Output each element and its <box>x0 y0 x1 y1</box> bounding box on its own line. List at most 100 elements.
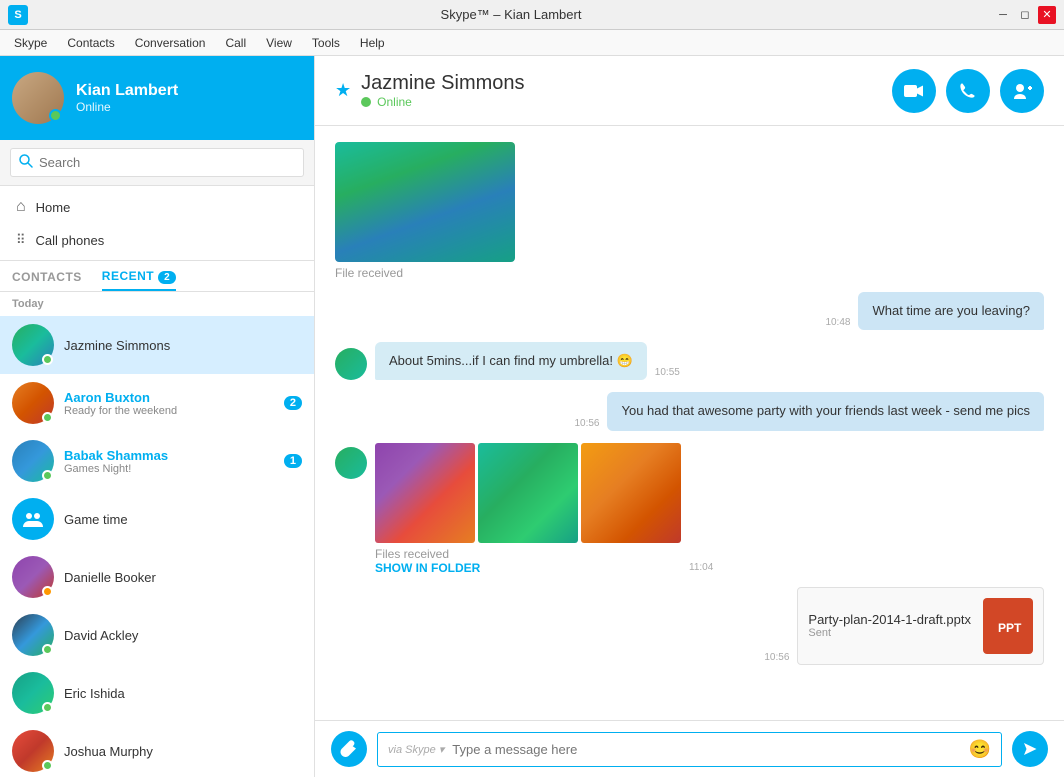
contact-item[interactable]: Game time <box>0 490 314 548</box>
photo-thumb <box>375 443 475 543</box>
menu-help[interactable]: Help <box>352 34 393 52</box>
via-skype-label: via Skype ▾ <box>388 743 444 756</box>
chat-status-text: Online <box>377 95 412 109</box>
file-received-area: File received <box>335 142 1044 280</box>
received-image <box>335 142 515 262</box>
message-input[interactable] <box>452 742 960 757</box>
chat-header-info: Jazmine Simmons Online <box>361 72 524 109</box>
minimize-button[interactable]: ─ <box>994 6 1012 24</box>
skype-logo: S <box>8 5 28 25</box>
attach-button[interactable] <box>331 731 367 767</box>
chat-header-right <box>892 69 1044 113</box>
message-row: About 5mins...if I can find my umbrella!… <box>335 342 1044 380</box>
contact-item[interactable]: Joshua Murphy <box>0 722 314 777</box>
chat-header-left: ★ Jazmine Simmons Online <box>335 72 525 109</box>
tab-contacts[interactable]: CONTACTS <box>12 270 82 290</box>
contact-status: Ready for the weekend <box>64 405 274 417</box>
restore-button[interactable]: ◻ <box>1016 6 1034 24</box>
status-indicator <box>42 412 53 423</box>
status-indicator <box>42 354 53 365</box>
menu-call[interactable]: Call <box>217 34 254 52</box>
nav-call-phones[interactable]: ⠿ Call phones <box>0 224 314 256</box>
message-avatar <box>335 447 367 479</box>
message-time: 11:04 <box>689 562 713 575</box>
contact-avatar <box>12 382 54 424</box>
video-call-button[interactable] <box>892 69 936 113</box>
pptx-icon: PPT <box>983 598 1033 654</box>
profile-status: Online <box>76 100 178 114</box>
chat-panel: ★ Jazmine Simmons Online <box>315 56 1064 777</box>
online-dot <box>361 97 371 107</box>
send-button[interactable] <box>1012 731 1048 767</box>
contact-info: Aaron Buxton Ready for the weekend <box>64 390 274 417</box>
nav-home[interactable]: ⌂ Home <box>0 190 314 224</box>
contact-item[interactable]: Jazmine Simmons <box>0 316 314 374</box>
message-time: 10:48 <box>825 317 850 330</box>
emoji-button[interactable]: 😊 <box>969 739 991 760</box>
message-row: 10:56 You had that awesome party with yo… <box>335 392 1044 430</box>
contact-item[interactable]: Danielle Booker <box>0 548 314 606</box>
file-info: Party-plan-2014-1-draft.pptx Sent <box>808 612 971 639</box>
contact-info: Babak Shammas Games Night! <box>64 448 274 475</box>
message-bubble: You had that awesome party with your fri… <box>607 392 1044 430</box>
contact-item[interactable]: Eric Ishida <box>0 664 314 722</box>
contact-name: Babak Shammas <box>64 448 274 463</box>
contact-info: Danielle Booker <box>64 570 302 585</box>
message-row: 10:56 Party-plan-2014-1-draft.pptx Sent … <box>335 587 1044 665</box>
profile-info: Kian Lambert Online <box>76 82 178 114</box>
online-status-indicator <box>49 109 62 122</box>
status-indicator <box>42 760 53 771</box>
contact-item[interactable]: Aaron Buxton Ready for the weekend 2 <box>0 374 314 432</box>
menu-skype[interactable]: Skype <box>6 34 55 52</box>
menu-view[interactable]: View <box>258 34 300 52</box>
contact-avatar <box>12 614 54 656</box>
nav-home-label: Home <box>36 200 71 215</box>
unread-badge: 2 <box>284 396 302 410</box>
file-name: Party-plan-2014-1-draft.pptx <box>808 612 971 627</box>
message-time: 10:56 <box>764 652 789 665</box>
profile-name: Kian Lambert <box>76 82 178 100</box>
recent-badge: 2 <box>158 271 176 284</box>
contact-name: Danielle Booker <box>64 570 302 585</box>
menubar: Skype Contacts Conversation Call View To… <box>0 30 1064 56</box>
close-button[interactable]: ✕ <box>1038 6 1056 24</box>
menu-tools[interactable]: Tools <box>304 34 348 52</box>
add-contact-button[interactable] <box>1000 69 1044 113</box>
contact-item[interactable]: Babak Shammas Games Night! 1 <box>0 432 314 490</box>
main-layout: Kian Lambert Online ⌂ Home <box>0 56 1064 777</box>
search-input[interactable] <box>39 155 295 170</box>
contact-avatar <box>12 440 54 482</box>
contact-avatar <box>12 556 54 598</box>
message-row: 10:48 What time are you leaving? <box>335 292 1044 330</box>
menu-contacts[interactable]: Contacts <box>59 34 122 52</box>
status-indicator <box>42 644 53 655</box>
show-in-folder[interactable]: SHOW IN FOLDER <box>375 561 681 575</box>
contact-item[interactable]: David Ackley <box>0 606 314 664</box>
window-controls: ─ ◻ ✕ <box>994 6 1056 24</box>
menu-conversation[interactable]: Conversation <box>127 34 214 52</box>
contact-avatar <box>12 324 54 366</box>
favorite-icon[interactable]: ★ <box>335 80 351 101</box>
chat-input-area: via Skype ▾ 😊 <box>315 720 1064 777</box>
group-avatar <box>12 498 54 540</box>
contact-info: Eric Ishida <box>64 686 302 701</box>
contact-name: Game time <box>64 512 302 527</box>
file-attachment: Party-plan-2014-1-draft.pptx Sent PPT <box>797 587 1044 665</box>
message-time: 10:55 <box>655 367 680 380</box>
nav-items: ⌂ Home ⠿ Call phones <box>0 186 314 261</box>
window-title: Skype™ – Kian Lambert <box>28 7 994 22</box>
message-bubble: About 5mins...if I can find my umbrella!… <box>375 342 647 380</box>
contact-info: Jazmine Simmons <box>64 338 302 353</box>
contact-name: Jazmine Simmons <box>64 338 302 353</box>
chat-status: Online <box>361 95 524 109</box>
contact-name: Eric Ishida <box>64 686 302 701</box>
contact-info: Joshua Murphy <box>64 744 302 759</box>
chat-header: ★ Jazmine Simmons Online <box>315 56 1064 126</box>
photo-thumb <box>478 443 578 543</box>
message-row: Files received SHOW IN FOLDER 11:04 <box>335 443 1044 575</box>
tabs-row: CONTACTS RECENT2 <box>0 261 314 292</box>
tab-recent[interactable]: RECENT2 <box>102 269 176 291</box>
voice-call-button[interactable] <box>946 69 990 113</box>
photo-group <box>375 443 681 543</box>
status-indicator <box>42 586 53 597</box>
